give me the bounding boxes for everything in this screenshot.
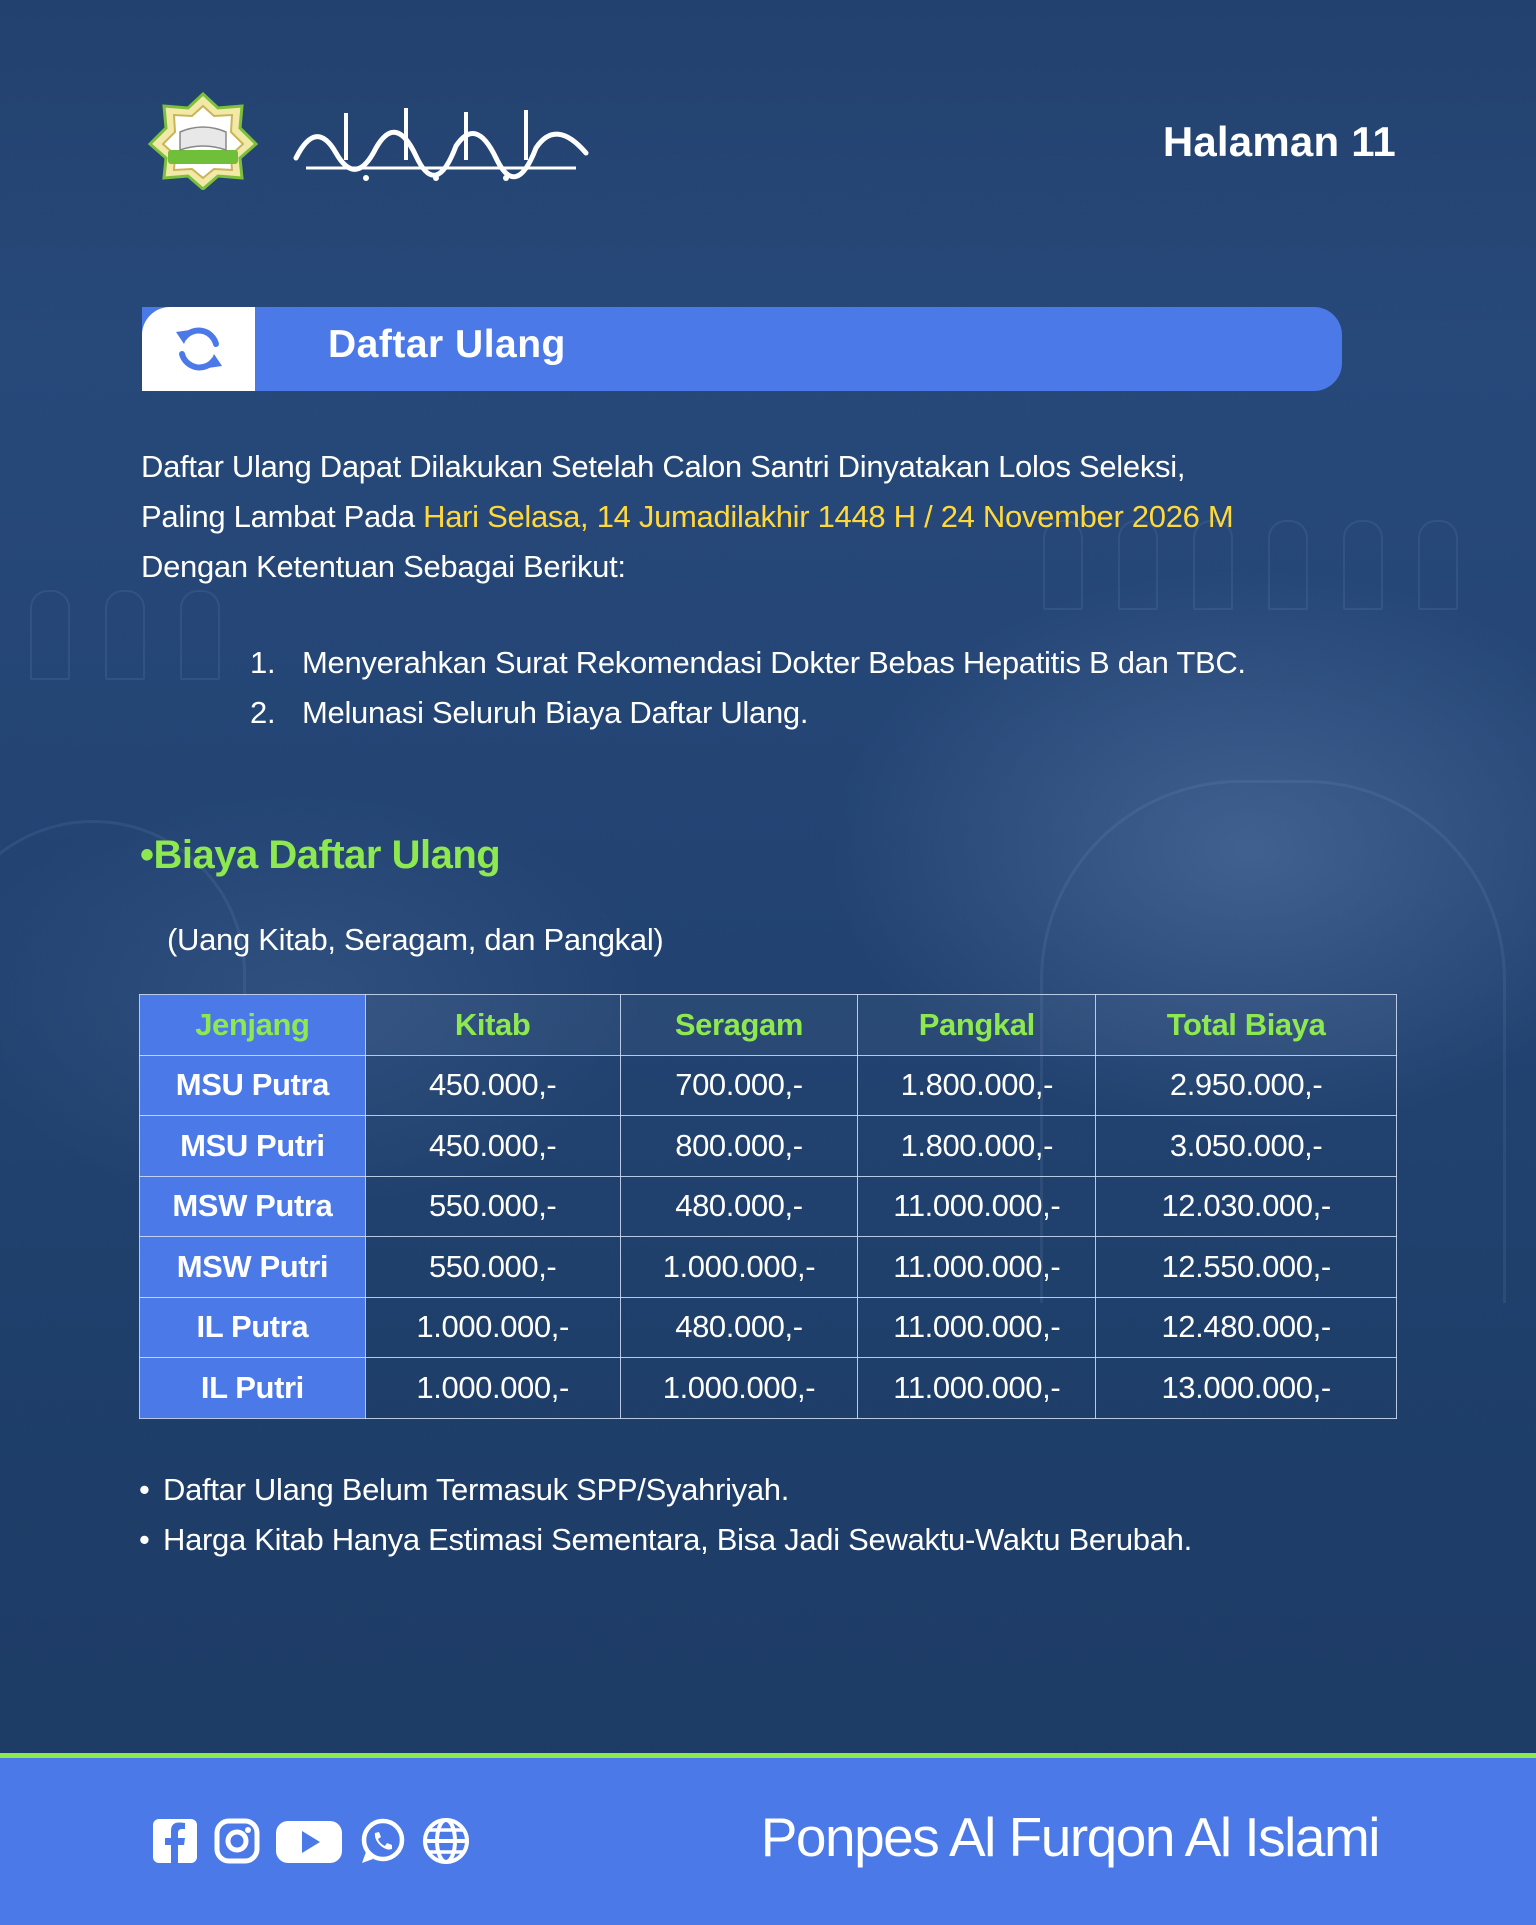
youtube-icon[interactable] [275, 1817, 343, 1870]
intro-paragraph: Daftar Ulang Dapat Dilakukan Setelah Cal… [141, 442, 1381, 592]
intro-line: Dengan Ketentuan Sebagai Berikut: [141, 549, 626, 584]
table-cell: 1.800.000,- [857, 1054, 1097, 1116]
note-text: Daftar Ulang Belum Termasuk SPP/Syahriya… [163, 1472, 790, 1507]
table-row: MSU Putra 450.000,- 700.000,- 1.800.000,… [139, 1054, 1397, 1116]
intro-line-deadline: Paling Lambat Pada Hari Selasa, 14 Jumad… [141, 492, 1381, 542]
table-cell: 12.030.000,- [1095, 1175, 1397, 1237]
whatsapp-icon[interactable] [357, 1816, 407, 1871]
fee-subtitle: (Uang Kitab, Seragam, dan Pangkal) [167, 922, 664, 957]
table-row: MSW Putra 550.000,- 480.000,- 11.000.000… [139, 1175, 1397, 1237]
intro-line: Daftar Ulang Dapat Dilakukan Setelah Cal… [141, 449, 1186, 484]
table-cell: 3.050.000,- [1095, 1115, 1397, 1177]
table-cell: 11.000.000,- [857, 1296, 1097, 1358]
header: Halaman 11 [0, 0, 1536, 240]
list-number: 2. [250, 695, 276, 730]
logo-emblem [148, 92, 258, 190]
refresh-icon [175, 327, 222, 371]
table-cell: 480.000,- [619, 1296, 859, 1358]
list-number: 1. [250, 645, 276, 680]
bullet: • [139, 1472, 150, 1507]
table-cell: 800.000,- [619, 1115, 859, 1177]
level-cell: MSU Putri [139, 1115, 366, 1177]
page-number-label: Halaman 11 [1162, 118, 1396, 165]
column-header: Pangkal [857, 994, 1097, 1056]
table-cell: 450.000,- [364, 1054, 621, 1116]
logo-script [293, 108, 589, 181]
table-cell: 1.800.000,- [857, 1115, 1097, 1177]
table-cell: 13.000.000,- [1095, 1357, 1397, 1419]
fee-table: Jenjang Kitab Seragam Pangkal Total Biay… [139, 994, 1397, 1419]
table-cell: 480.000,- [619, 1175, 859, 1237]
table-cell: 12.480.000,- [1095, 1296, 1397, 1358]
table-cell: 700.000,- [619, 1054, 859, 1116]
level-cell: MSW Putra [139, 1175, 366, 1237]
section-title-bar [142, 307, 1342, 391]
table-cell: 1.000.000,- [364, 1357, 621, 1419]
bullet: • [140, 833, 154, 877]
table-row: MSU Putri 450.000,- 800.000,- 1.800.000,… [139, 1115, 1397, 1177]
table-cell: 550.000,- [364, 1175, 621, 1237]
fee-heading-text: Biaya Daftar Ulang [153, 833, 501, 877]
table-cell: 1.000.000,- [619, 1236, 859, 1298]
column-header: Total Biaya [1095, 994, 1397, 1056]
globe-icon[interactable] [421, 1816, 471, 1871]
table-row: IL Putri 1.000.000,- 1.000.000,- 11.000.… [139, 1357, 1397, 1419]
table-cell: 2.950.000,- [1095, 1054, 1397, 1116]
footer-brand-name: Ponpes Al Furqon Al Islami [760, 1806, 1381, 1868]
list-text: Melunasi Seluruh Biaya Daftar Ulang. [302, 695, 809, 730]
table-cell: 11.000.000,- [857, 1357, 1097, 1419]
section-title: Daftar Ulang [328, 323, 566, 366]
deadline-highlight: Hari Selasa, 14 Jumadilakhir 1448 H / 24… [423, 499, 1234, 534]
level-cell: IL Putri [139, 1357, 366, 1419]
level-cell: IL Putra [139, 1296, 366, 1358]
list-text: Menyerahkan Surat Rekomendasi Dokter Beb… [302, 645, 1246, 680]
column-header: Seragam [619, 994, 859, 1056]
list-item: 2. Melunasi Seluruh Biaya Daftar Ulang. [250, 688, 1246, 738]
facebook-icon[interactable] [151, 1817, 199, 1870]
level-cell: MSU Putra [139, 1054, 366, 1116]
table-cell: 11.000.000,- [857, 1175, 1097, 1237]
note-item: • Daftar Ulang Belum Termasuk SPP/Syahri… [139, 1465, 1192, 1515]
instagram-icon[interactable] [213, 1817, 261, 1870]
requirements-list: 1. Menyerahkan Surat Rekomendasi Dokter … [250, 638, 1246, 738]
bullet: • [139, 1522, 150, 1557]
level-cell: MSW Putri [139, 1236, 366, 1298]
notes-list: • Daftar Ulang Belum Termasuk SPP/Syahri… [139, 1465, 1192, 1565]
table-row: IL Putra 1.000.000,- 480.000,- 11.000.00… [139, 1296, 1397, 1358]
intro-prefix: Paling Lambat Pada [141, 499, 424, 534]
column-header: Jenjang [139, 994, 366, 1056]
fee-heading: •Biaya Daftar Ulang [140, 833, 501, 878]
table-cell: 1.000.000,- [619, 1357, 859, 1419]
table-cell: 11.000.000,- [857, 1236, 1097, 1298]
list-item: 1. Menyerahkan Surat Rekomendasi Dokter … [250, 638, 1246, 688]
section-icon-box [142, 307, 255, 391]
table-cell: 550.000,- [364, 1236, 621, 1298]
note-item: • Harga Kitab Hanya Estimasi Sementara, … [139, 1515, 1192, 1565]
table-row: MSW Putri 550.000,- 1.000.000,- 11.000.0… [139, 1236, 1397, 1298]
note-text: Harga Kitab Hanya Estimasi Sementara, Bi… [163, 1522, 1192, 1557]
column-header: Kitab [364, 994, 621, 1056]
table-cell: 1.000.000,- [364, 1296, 621, 1358]
table-cell: 12.550.000,- [1095, 1236, 1397, 1298]
table-header-row: Jenjang Kitab Seragam Pangkal Total Biay… [139, 994, 1397, 1056]
social-icons [151, 1816, 471, 1871]
table-cell: 450.000,- [364, 1115, 621, 1177]
